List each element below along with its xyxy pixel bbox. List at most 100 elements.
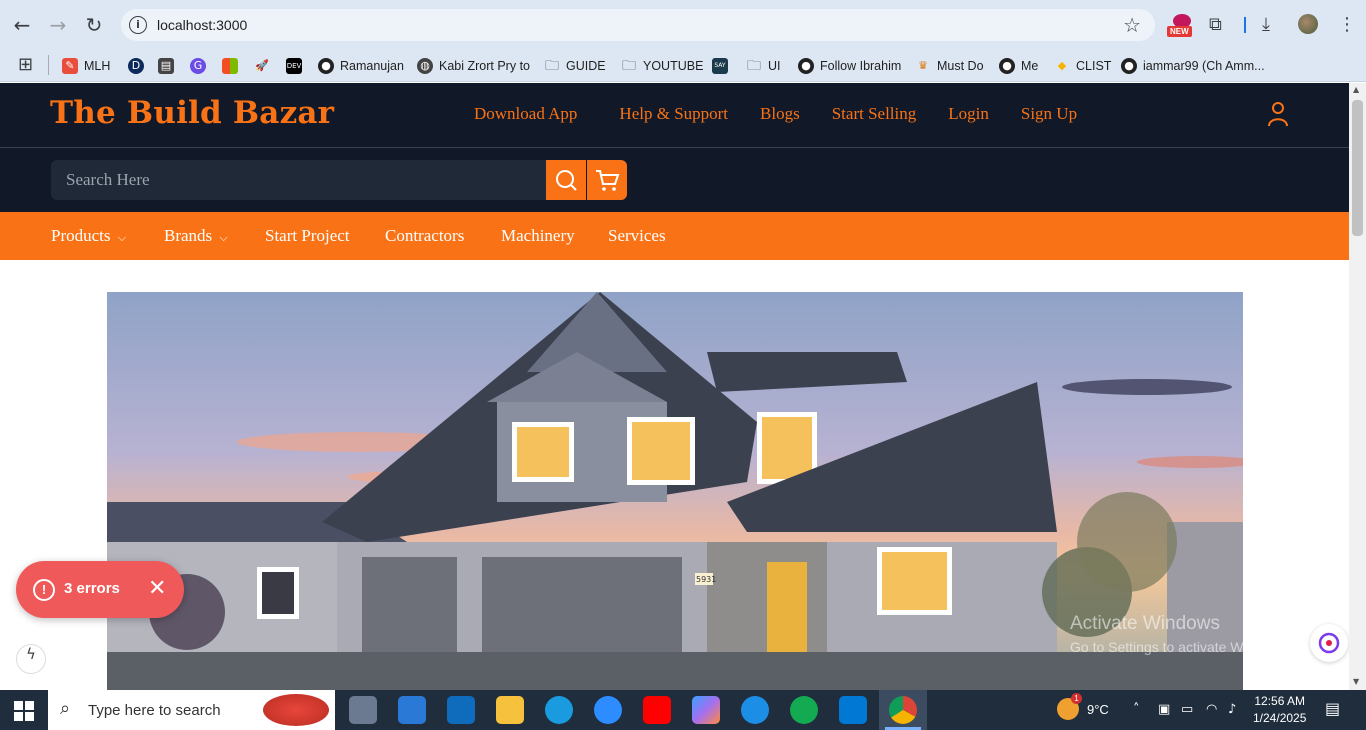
bookmark-label: Me [1021, 59, 1039, 73]
dev-icon: DEV [286, 58, 302, 74]
bookmark-label: Ramanujan [340, 59, 404, 73]
windows-start-icon[interactable] [14, 701, 34, 721]
bookmark-iammar99[interactable]: ● iammar99 (Ch Amm... [1121, 55, 1265, 77]
apps-grid-icon[interactable]: ⊞ [18, 54, 33, 75]
windows-taskbar: ⌕ Type here to search 1 9°C ˄ ▣ ▭ ◠ ♪ 12… [0, 690, 1366, 730]
bookmark-guide[interactable]: 🗀 GUIDE [544, 55, 606, 77]
reload-icon[interactable]: ↻ [82, 13, 106, 37]
docker-icon[interactable] [741, 696, 769, 724]
error-toast[interactable]: ! 3 errors ✕ [16, 561, 184, 618]
link-download-app[interactable]: Download App [474, 104, 577, 124]
page-viewport: The Build Bazar Download App Help & Supp… [0, 83, 1349, 690]
bookmark-star-icon[interactable]: ☆ [1123, 13, 1141, 37]
extensions-icon[interactable]: ⧉ [1209, 14, 1222, 35]
bookmark-ui[interactable]: 🗀 UI [746, 55, 781, 77]
taskbar-clock[interactable]: 12:56 AM 1/24/2025 [1253, 693, 1306, 727]
weather-temp[interactable]: 9°C [1087, 702, 1109, 717]
nav-contractors[interactable]: Contractors [385, 226, 464, 246]
bookmark-me[interactable]: ● Me [999, 55, 1038, 77]
copilot-icon[interactable] [692, 696, 720, 724]
file-explorer-icon[interactable] [496, 696, 524, 724]
zoom-icon[interactable] [594, 696, 622, 724]
site-info-icon[interactable]: i [129, 16, 147, 34]
nav-start-project[interactable]: Start Project [265, 226, 350, 246]
youtube-icon[interactable] [643, 696, 671, 724]
bookmark-must-do[interactable]: ♛ Must Do [915, 55, 983, 77]
bookmark-rocket[interactable]: 🚀 [254, 55, 276, 77]
scroll-up-icon[interactable]: ▲ [1353, 85, 1359, 94]
cart-button[interactable] [587, 160, 627, 200]
search-button[interactable] [546, 160, 586, 200]
bookmark-ramanujan[interactable]: ● Ramanujan [318, 55, 404, 77]
address-bar[interactable]: i localhost:3000 ☆ [121, 9, 1155, 41]
meet-icon[interactable]: ▣ [1158, 702, 1170, 717]
back-icon[interactable]: ← [10, 13, 34, 37]
nav-machinery[interactable]: Machinery [501, 226, 575, 246]
bookmark-clist[interactable]: ◆ CLIST [1054, 55, 1112, 77]
link-login[interactable]: Login [948, 104, 989, 124]
taskbar-app-icon[interactable] [349, 696, 377, 724]
bookmark-notify[interactable]: G [190, 55, 212, 77]
user-icon[interactable] [1266, 101, 1290, 127]
category-nav: Products ⌵ Brands ⌵ Start Project Contra… [0, 212, 1349, 260]
battery-icon[interactable]: ▭ [1181, 702, 1193, 717]
folder-icon: 🗀 [545, 58, 559, 74]
vscode-icon[interactable] [839, 696, 867, 724]
page-scrollbar[interactable]: ▲ ▼ [1349, 83, 1366, 690]
bookmark-label: CLIST [1076, 59, 1112, 73]
search-input[interactable]: Search Here [51, 160, 547, 200]
bookmark-dev[interactable]: DEV [286, 55, 308, 77]
bookmark-youtube[interactable]: 🗀 YOUTUBE [621, 55, 703, 77]
nav-brands[interactable]: Brands ⌵ [164, 226, 228, 246]
profile-avatar[interactable] [1298, 14, 1318, 34]
link-blogs[interactable]: Blogs [760, 104, 800, 124]
chrome-icon [889, 696, 917, 724]
nav-products[interactable]: Products ⌵ [51, 226, 126, 246]
forward-icon[interactable]: → [46, 13, 70, 37]
clock-time: 12:56 AM [1254, 694, 1306, 708]
bookmark-mlh[interactable]: ✎ MLH [62, 55, 110, 77]
browser-toolbar: ← → ↻ i localhost:3000 ☆ NEW ⧉ ⤓ ⋮ [0, 0, 1366, 50]
bookmark-label: Kabi Zrort Pry to [439, 59, 530, 73]
wifi-icon[interactable]: ◠ [1206, 702, 1217, 717]
bookmark-label: YOUTUBE [643, 59, 704, 73]
assistant-widget-icon[interactable] [1310, 624, 1348, 662]
url-text[interactable]: localhost:3000 [157, 17, 247, 33]
bookmark-follow-ibrahim[interactable]: ● Follow Ibrahim [798, 55, 901, 77]
scroll-down-icon[interactable]: ▼ [1353, 677, 1359, 686]
bookmark-d[interactable]: D [128, 55, 150, 77]
link-sign-up[interactable]: Sign Up [1021, 104, 1077, 124]
error-count: 3 errors [64, 580, 120, 597]
download-icon[interactable]: ⤓ [1262, 14, 1270, 35]
activate-windows-title: Activate Windows [1070, 613, 1220, 634]
chevron-down-icon: ⌵ [219, 231, 228, 244]
volume-icon[interactable]: ♪ [1228, 702, 1236, 717]
close-icon[interactable]: ✕ [148, 576, 166, 601]
link-help-support[interactable]: Help & Support [619, 104, 728, 124]
page-icon: ▤ [158, 58, 174, 74]
edge-icon[interactable] [545, 696, 573, 724]
microsoft-icon [222, 58, 238, 74]
bookmark-page[interactable]: ▤ [158, 55, 180, 77]
chevron-up-icon[interactable]: ˄ [1133, 702, 1140, 717]
bookmark-kabi[interactable]: ◍ Kabi Zrort Pry to [417, 55, 530, 77]
bookmark-label: Follow Ibrahim [820, 59, 902, 73]
chevron-down-icon: ⌵ [117, 231, 127, 244]
extension-new-icon[interactable]: NEW [1167, 14, 1197, 38]
link-start-selling[interactable]: Start Selling [832, 104, 917, 124]
search-icon: ⌕ [60, 698, 71, 719]
menu-icon[interactable]: ⋮ [1338, 14, 1356, 35]
brand-logo[interactable]: The Build Bazar [50, 95, 334, 131]
lightning-icon[interactable]: ϟ [16, 644, 46, 674]
house-number: 5931 [696, 575, 716, 584]
outlook-icon[interactable] [447, 696, 475, 724]
bookmark-microsoft[interactable] [222, 55, 244, 77]
bookmark-saytext[interactable]: SAY [712, 55, 734, 77]
notifications-icon[interactable]: ▤ [1325, 699, 1340, 718]
chrome-active-tab[interactable] [879, 690, 927, 730]
taskbar-search[interactable]: ⌕ Type here to search [48, 690, 335, 730]
mongodb-icon[interactable] [790, 696, 818, 724]
scroll-thumb[interactable] [1352, 100, 1363, 236]
store-icon[interactable] [398, 696, 426, 724]
nav-services[interactable]: Services [608, 226, 666, 246]
